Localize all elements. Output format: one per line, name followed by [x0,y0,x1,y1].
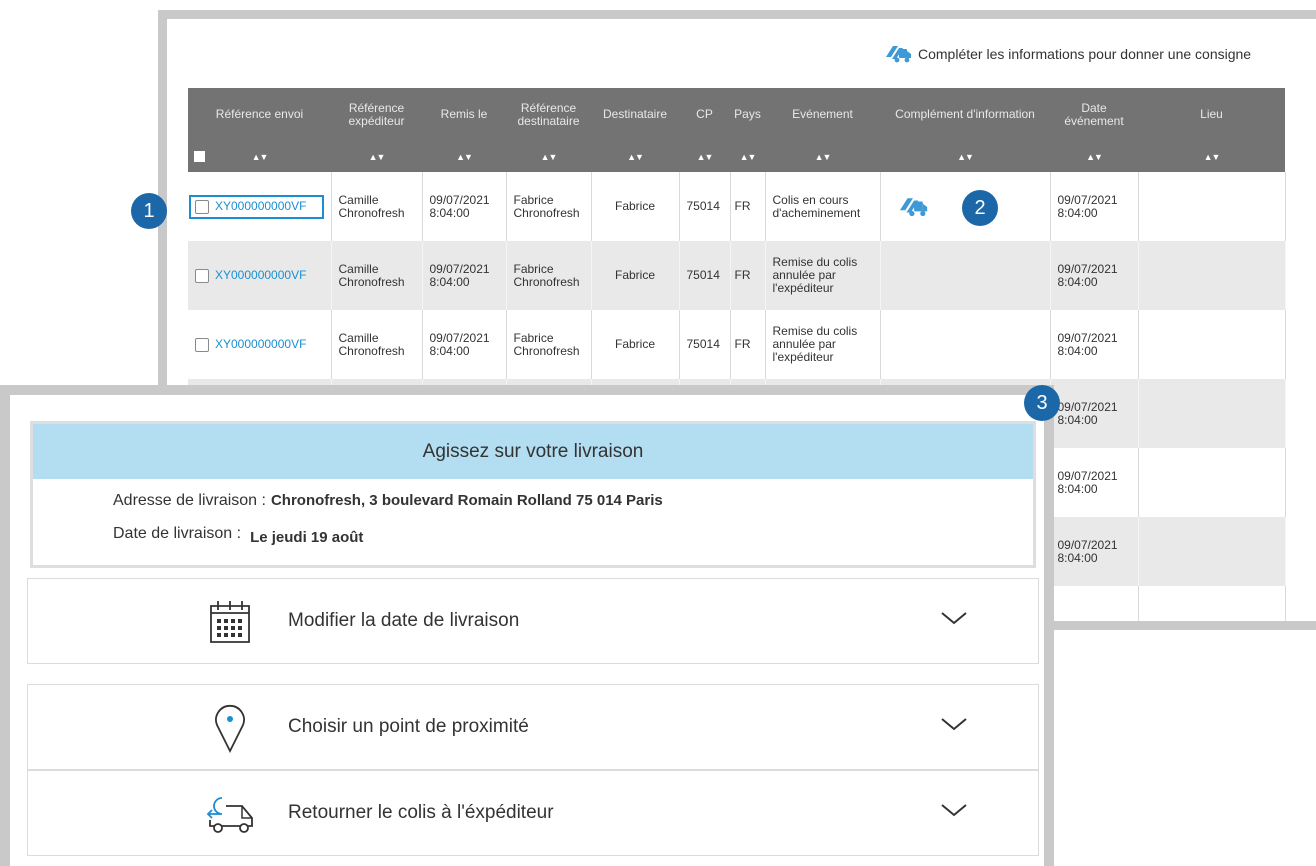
sort-cp-icon[interactable]: ▲▼ [697,151,714,164]
callout-badge-1: 1 [131,193,167,229]
col-header-remis-le: Remis le [422,88,506,141]
cell-lieu [1138,241,1286,310]
return-truck-icon [200,786,260,842]
cell-date-evenement: 09/07/2021 8:04:00 [1050,517,1139,586]
chevron-down-icon[interactable] [940,716,968,732]
chevron-down-icon[interactable] [940,610,968,626]
action-choose-pickup-point[interactable]: Choisir un point de proximité [27,684,1039,770]
location-pin-icon [200,700,260,756]
cell-date-evenement: 09/07/2021 8:04:00 [1050,379,1139,448]
sort-date-evenement-icon[interactable]: ▲▼ [1086,151,1103,164]
cell-pays: FR [730,241,766,310]
cell-expediteur: Camille Chronofresh [331,172,423,241]
table-row[interactable]: XY000000000VF Camille Chronofresh 09/07/… [188,310,1286,379]
sort-reference-destinataire-icon[interactable]: ▲▼ [541,151,558,164]
col-header-date-evenement: Date événement [1050,88,1138,141]
col-header-lieu: Lieu [1138,88,1285,141]
cell-pays: FR [730,310,766,379]
row-checkbox[interactable] [195,268,209,283]
table-row[interactable]: XY000000000VF Camille Chronofresh 09/07/… [188,241,1286,310]
consigne-hint[interactable]: Compléter les informations pour donner u… [884,43,1251,65]
action-label: Modifier la date de livraison [288,610,520,631]
cell-expediteur: Camille Chronofresh [331,310,423,379]
col-header-reference-expediteur: Référence expéditeur [331,88,422,141]
delivery-date-line: Date de livraison : Le jeudi 19 août [113,525,364,546]
table-row[interactable]: XY000000000VF Camille Chronofresh 09/07/… [188,172,1286,241]
row-reference-cell[interactable]: XY000000000VF [195,268,324,283]
cell-remis-le: 09/07/2021 8:04:00 [422,310,507,379]
cell-date-evenement: 09/07/2021 8:04:00 [1050,241,1139,310]
calendar-icon [200,594,260,650]
col-header-destinataire: Destinataire [591,88,679,141]
cell-pays: FR [730,172,766,241]
delivery-address-line: Adresse de livraison : Chronofresh, 3 bou… [113,492,663,510]
sort-row-first: ▲▼ [188,141,331,172]
action-modify-date[interactable]: Modifier la date de livraison [27,578,1039,664]
delivery-actions-panel: Agissez sur votre livraison Adresse de l… [0,385,1054,866]
cell-remis-le: 09/07/2021 8:04:00 [422,172,507,241]
cell-evenement: Colis en cours d'acheminement [765,172,881,241]
reference-link[interactable]: XY000000000VF [215,269,306,282]
callout-badge-3: 3 [1024,385,1060,421]
cell-date-evenement: 09/07/2021 8:04:00 [1050,310,1139,379]
select-all-checkbox[interactable] [194,151,205,162]
consigne-hint-text: Compléter les informations pour donner u… [918,46,1252,62]
reference-link[interactable]: XY000000000VF [215,338,306,351]
col-header-reference-destinataire: Référence destinataire [506,88,591,141]
date-label: Date de livraison : [113,525,242,542]
sort-reference-envoi-icon[interactable]: ▲▼ [252,151,269,164]
address-value: Chronofresh, 3 boulevard Romain Rolland … [270,492,663,509]
sort-reference-expediteur-icon[interactable]: ▲▼ [369,151,386,164]
cell-cp: 75014 [679,241,731,310]
cell-lieu [1138,310,1286,379]
cell-evenement: Remise du colis annulée par l'expéditeur [765,241,881,310]
cell-date-evenement: 09/07/2021 8:04:00 [1050,448,1139,517]
sort-pays-icon[interactable]: ▲▼ [740,151,757,164]
cell-remis-le: 09/07/2021 8:04:00 [422,241,507,310]
cell-complement [880,241,1051,310]
col-header-reference-envoi: Référence envoi [188,88,331,141]
cell-cp: 75014 [679,310,731,379]
sort-remis-le-icon[interactable]: ▲▼ [456,151,473,164]
reference-link[interactable]: XY000000000VF [215,200,306,213]
delivery-truck-icon [886,46,911,63]
row-reference-cell[interactable]: XY000000000VF [195,337,324,352]
chevron-down-icon[interactable] [940,802,968,818]
sort-lieu-icon[interactable]: ▲▼ [1204,151,1221,164]
col-header-complement: Complément d'information [880,88,1050,141]
action-return-to-sender[interactable]: Retourner le colis à l'éxpéditeur [27,770,1039,856]
action-label: Choisir un point de proximité [288,716,529,737]
cell-destinataire: Fabrice [591,172,680,241]
row-reference-cell[interactable]: XY000000000VF [189,194,324,219]
action-label: Retourner le colis à l'éxpéditeur [288,802,554,823]
cell-lieu [1138,172,1286,241]
sort-evenement-icon[interactable]: ▲▼ [815,151,832,164]
cell-reference-destinataire: Fabrice Chronofresh [506,241,592,310]
cell-complement [880,310,1051,379]
cell-destinataire: Fabrice [591,310,680,379]
sort-complement-icon[interactable]: ▲▼ [957,151,974,164]
address-label: Adresse de livraison : [113,492,266,509]
col-header-evenement: Evénement [765,88,880,141]
cell-cp: 75014 [679,172,731,241]
cell-reference-destinataire: Fabrice Chronofresh [506,310,592,379]
row-checkbox[interactable] [195,199,209,214]
delivery-info-box: Agissez sur votre livraison Adresse de l… [30,421,1036,568]
date-value: Le jeudi 19 août [250,529,364,546]
delivery-truck-icon[interactable] [897,195,929,219]
cell-expediteur: Camille Chronofresh [331,241,423,310]
cell-reference-destinataire: Fabrice Chronofresh [506,172,592,241]
col-header-cp: CP [679,88,730,141]
callout-badge-2: 2 [962,190,998,226]
cell-evenement: Remise du colis annulée par l'expéditeur [765,310,881,379]
cell-date-evenement: 09/07/2021 8:04:00 [1050,172,1139,241]
row-checkbox[interactable] [195,337,209,352]
panel-title: Agissez sur votre livraison [33,424,1033,479]
cell-destinataire: Fabrice [591,241,680,310]
sort-destinataire-icon[interactable]: ▲▼ [627,151,644,164]
col-header-pays: Pays [730,88,765,141]
